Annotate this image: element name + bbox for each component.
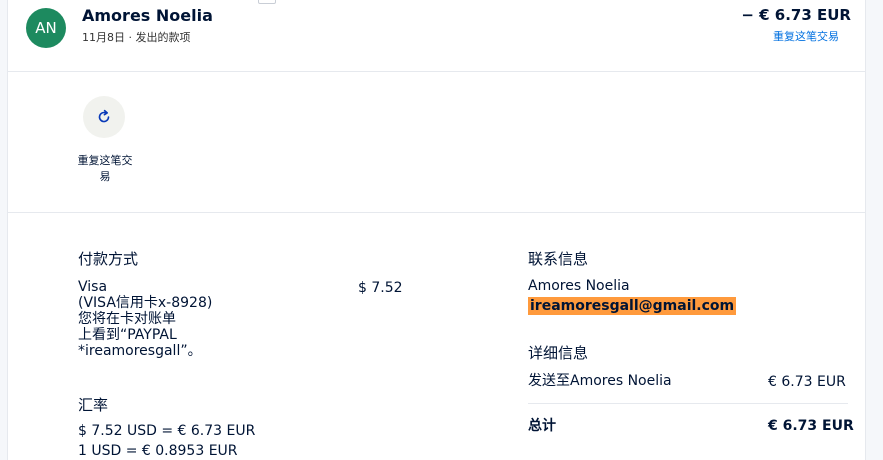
transaction-amount: − € 6.73 EUR	[741, 6, 851, 24]
payment-method-details: Visa (VISA信用卡x-8928) 您将在卡对账单 上看到“PAYPAL …	[78, 279, 212, 359]
exchange-rate-line2: 1 USD = € 0.8953 EUR	[78, 443, 238, 459]
divider	[8, 71, 865, 72]
repeat-label-line1: 重复这笔交	[77, 154, 133, 167]
details-title: 详细信息	[528, 344, 589, 362]
transaction-subtitle: 11月8日 · 发出的款项	[82, 31, 191, 44]
payment-amount: $ 7.52	[358, 280, 403, 296]
payment-method-title: 付款方式	[78, 250, 139, 268]
payment-line: 上看到“PAYPAL	[78, 327, 177, 343]
repeat-transaction-label: 重复这笔交 易	[70, 153, 140, 185]
divider	[8, 212, 865, 213]
avatar: AN	[26, 8, 66, 48]
contact-name: Amores Noelia	[82, 6, 213, 25]
contact-email[interactable]: ireamoresgall@gmail.com	[528, 297, 737, 315]
transaction-card: AN Amores Noelia 11月8日 · 发出的款项 − € 6.73 …	[7, 0, 866, 460]
checkbox[interactable]	[258, 0, 276, 4]
repeat-transaction-link[interactable]: 重复这笔交易	[773, 28, 839, 44]
refresh-icon	[98, 109, 110, 123]
exchange-rate-line1: $ 7.52 USD = € 6.73 EUR	[78, 423, 256, 439]
sent-amount: € 6.73 EUR	[768, 374, 846, 390]
contact-info-title: 联系信息	[528, 250, 589, 268]
exchange-rate-title: 汇率	[78, 396, 109, 414]
payment-line: *ireamoresgall”。	[78, 343, 202, 359]
payment-line: (VISA信用卡x-8928)	[78, 295, 213, 311]
repeat-transaction-button[interactable]	[83, 96, 125, 138]
payment-line: 您将在卡对账单	[78, 311, 176, 327]
contact-name-detail: Amores Noelia	[528, 278, 630, 294]
sent-to-label: 发送至Amores Noelia	[528, 373, 672, 389]
total-label: 总计	[528, 418, 556, 434]
payment-line: Visa	[78, 279, 108, 295]
repeat-label-line2: 易	[99, 170, 111, 183]
total-amount: € 6.73 EUR	[768, 418, 854, 434]
divider	[528, 403, 848, 404]
